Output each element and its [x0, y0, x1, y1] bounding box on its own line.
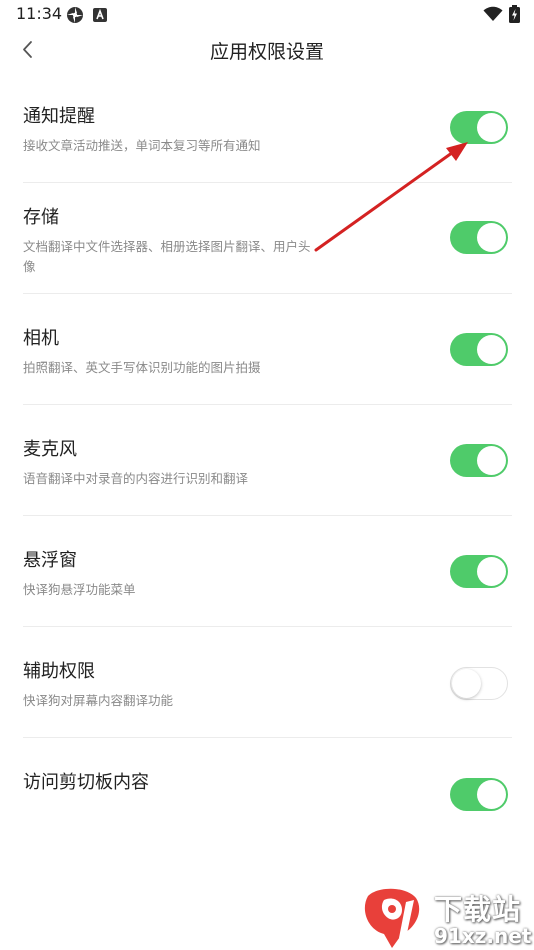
- permission-desc: 接收文章活动推送，单词本复习等所有通知: [23, 138, 261, 153]
- permission-row-microphone: 麦克风 语音翻译中对录音的内容进行识别和翻译: [23, 405, 512, 516]
- status-time: 11:34: [16, 4, 63, 23]
- app-header: 应用权限设置: [0, 28, 534, 72]
- floating-window-toggle[interactable]: [450, 555, 508, 588]
- permission-title: 访问剪切板内容: [23, 772, 149, 793]
- notification-toggle[interactable]: [450, 111, 508, 144]
- permission-title: 辅助权限: [23, 661, 95, 682]
- permission-row-camera: 相机 拍照翻译、英文手写体识别功能的图片拍摄: [23, 294, 512, 405]
- storage-toggle[interactable]: [450, 221, 508, 254]
- permission-row-floating-window: 悬浮窗 快译狗悬浮功能菜单: [23, 516, 512, 627]
- microphone-toggle[interactable]: [450, 444, 508, 477]
- permission-title: 悬浮窗: [23, 550, 77, 571]
- permission-desc: 文档翻译中文件选择器、相册选择图片翻译、用户头像: [23, 239, 311, 274]
- watermark-text-bottom: 91xz.net: [434, 924, 532, 948]
- camera-toggle[interactable]: [450, 333, 508, 366]
- permission-row-storage: 存储 文档翻译中文件选择器、相册选择图片翻译、用户头像: [23, 183, 512, 294]
- status-bar: 11:34: [0, 0, 534, 28]
- battery-charging-icon: [509, 5, 520, 27]
- permission-desc: 拍照翻译、英文手写体识别功能的图片拍摄: [23, 360, 261, 375]
- permission-title: 相机: [23, 328, 59, 349]
- permission-desc: 快译狗悬浮功能菜单: [23, 582, 136, 597]
- watermark: 下载站 91xz.net: [362, 888, 534, 950]
- accessibility-toggle[interactable]: [450, 667, 508, 700]
- permission-row-clipboard: 访问剪切板内容: [23, 738, 512, 849]
- watermark-logo-icon: [364, 888, 420, 948]
- watermark-text-top: 下载站: [434, 893, 522, 926]
- page-title: 应用权限设置: [209, 41, 324, 63]
- permission-title: 麦克风: [23, 439, 77, 460]
- wifi-icon: [483, 6, 503, 26]
- pinwheel-icon: [66, 6, 84, 28]
- permission-row-accessibility: 辅助权限 快译狗对屏幕内容翻译功能: [23, 627, 512, 738]
- clipboard-toggle[interactable]: [450, 778, 508, 811]
- permission-row-notification: 通知提醒 接收文章活动推送，单词本复习等所有通知: [23, 72, 512, 183]
- permission-title: 通知提醒: [23, 106, 95, 127]
- permission-desc: 快译狗对屏幕内容翻译功能: [23, 693, 174, 708]
- permission-desc: 语音翻译中对录音的内容进行识别和翻译: [23, 471, 249, 486]
- permission-title: 存储: [23, 207, 59, 228]
- a-badge-icon: [93, 7, 107, 26]
